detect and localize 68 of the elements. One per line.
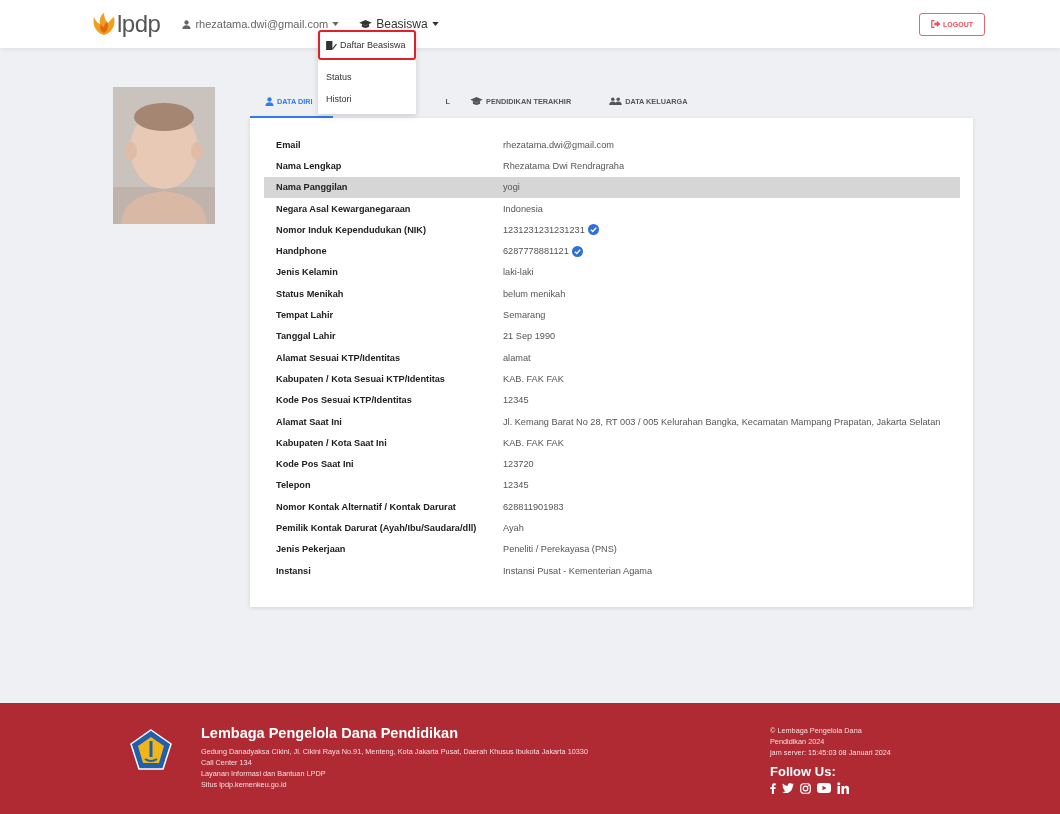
field-label: Instansi <box>276 565 312 576</box>
linkedin-icon[interactable] <box>837 782 849 794</box>
field-value: laki-laki <box>503 267 534 278</box>
field-label: Kabupaten / Kota Saat Ini <box>276 437 388 448</box>
field-label: Nomor Induk Kependudukan (NIK) <box>276 224 428 235</box>
document-pen-icon <box>326 40 337 50</box>
field-value: belum menikah <box>503 288 566 299</box>
logout-icon <box>931 20 941 28</box>
facebook-icon[interactable] <box>770 782 776 794</box>
verified-check-icon <box>571 245 583 257</box>
field-label: Negara Asal Kewarganegaraan <box>276 203 412 214</box>
logo-text: lpdp <box>117 10 161 38</box>
field-value: rhezatama.dwi@gmail.com <box>503 139 614 150</box>
youtube-icon[interactable] <box>817 783 831 793</box>
graduation-cap-icon <box>470 97 483 106</box>
field-value: Rhezatama Dwi Rendragraha <box>503 160 625 171</box>
user-menu[interactable]: rhezatama.dwi@gmail.com <box>182 18 340 30</box>
verified-check-icon <box>587 224 599 236</box>
field-label: Nama Lengkap <box>276 160 343 171</box>
field-value: Instansi Pusat - Kementerian Agama <box>503 565 653 576</box>
field-label: Kode Pos Sesuai KTP/Identitas <box>276 395 413 406</box>
field-value: Jl. Kemang Barat No 28, RT 003 / 005 Kelurahan Bangka, Kecamatan Mampang Prapatan, Jakarta Selatan <box>503 416 941 427</box>
field-value: alamat <box>503 352 531 363</box>
graduation-cap-icon <box>359 19 373 29</box>
field-label: Handphone <box>276 246 328 257</box>
field-label: Alamat Sesuai KTP/Identitas <box>276 352 402 363</box>
field-value: Peneliti / Perekayasa (PNS) <box>503 544 617 555</box>
flame-logo-icon <box>92 13 116 35</box>
field-label: Alamat Saat Ini <box>276 416 343 427</box>
twitter-icon[interactable] <box>782 783 794 793</box>
follow-heading: Follow Us: <box>770 764 837 779</box>
field-label: Email <box>276 139 302 150</box>
field-value: 21 Sep 1990 <box>503 331 556 342</box>
field-value: 123720 <box>503 459 534 470</box>
field-label: Kode Pos Saat Ini <box>276 459 355 470</box>
field-label: Jenis Pekerjaan <box>276 544 347 555</box>
caret-icon <box>332 22 340 26</box>
field-label: Jenis Kelamin <box>276 267 339 278</box>
user-icon <box>265 97 274 106</box>
dropdown-item[interactable]: Status <box>318 66 416 88</box>
field-label: Status Menikah <box>276 288 345 299</box>
field-value: Indonesia <box>503 203 543 214</box>
field-label: Nama Panggilan <box>276 182 349 193</box>
users-icon <box>609 97 623 106</box>
instagram-icon[interactable] <box>800 782 811 794</box>
field-value: 6287778881121 <box>503 246 569 257</box>
field-value: KAB. FAK FAK <box>503 373 564 384</box>
field-label: Telepon <box>276 480 312 491</box>
caret-icon <box>431 22 439 26</box>
field-label: Kabupaten / Kota Sesuai KTP/Identitas <box>276 373 446 384</box>
ministry-crest-icon <box>130 729 172 771</box>
field-value: 628811901983 <box>503 501 564 512</box>
footer-title: Lembaga Pengelola Dana Pendidikan <box>201 725 460 741</box>
field-value: 1231231231231231 <box>503 224 585 235</box>
field-value: KAB. FAK FAK <box>503 437 564 448</box>
field-value: 12345 <box>503 395 529 406</box>
user-icon <box>182 19 192 29</box>
field-value: Semarang <box>503 310 546 320</box>
field-value: yogi <box>503 182 520 193</box>
dropdown-item[interactable]: Histori <box>318 88 416 110</box>
dropdown-item[interactable]: Daftar Beasiswa <box>318 30 416 60</box>
field-value: 12345 <box>503 480 529 491</box>
field-label: Pemilik Kontak Darurat (Ayah/Ibu/Saudara/dll) <box>276 523 478 533</box>
field-label: Nomor Kontak Alternatif / Kontak Darurat <box>276 501 457 512</box>
beasiswa-menu[interactable]: Beasiswa <box>359 17 439 31</box>
field-value: Ayah <box>503 523 524 533</box>
field-label: Tanggal Lahir <box>276 331 337 342</box>
field-label: Tempat Lahir <box>276 310 334 320</box>
